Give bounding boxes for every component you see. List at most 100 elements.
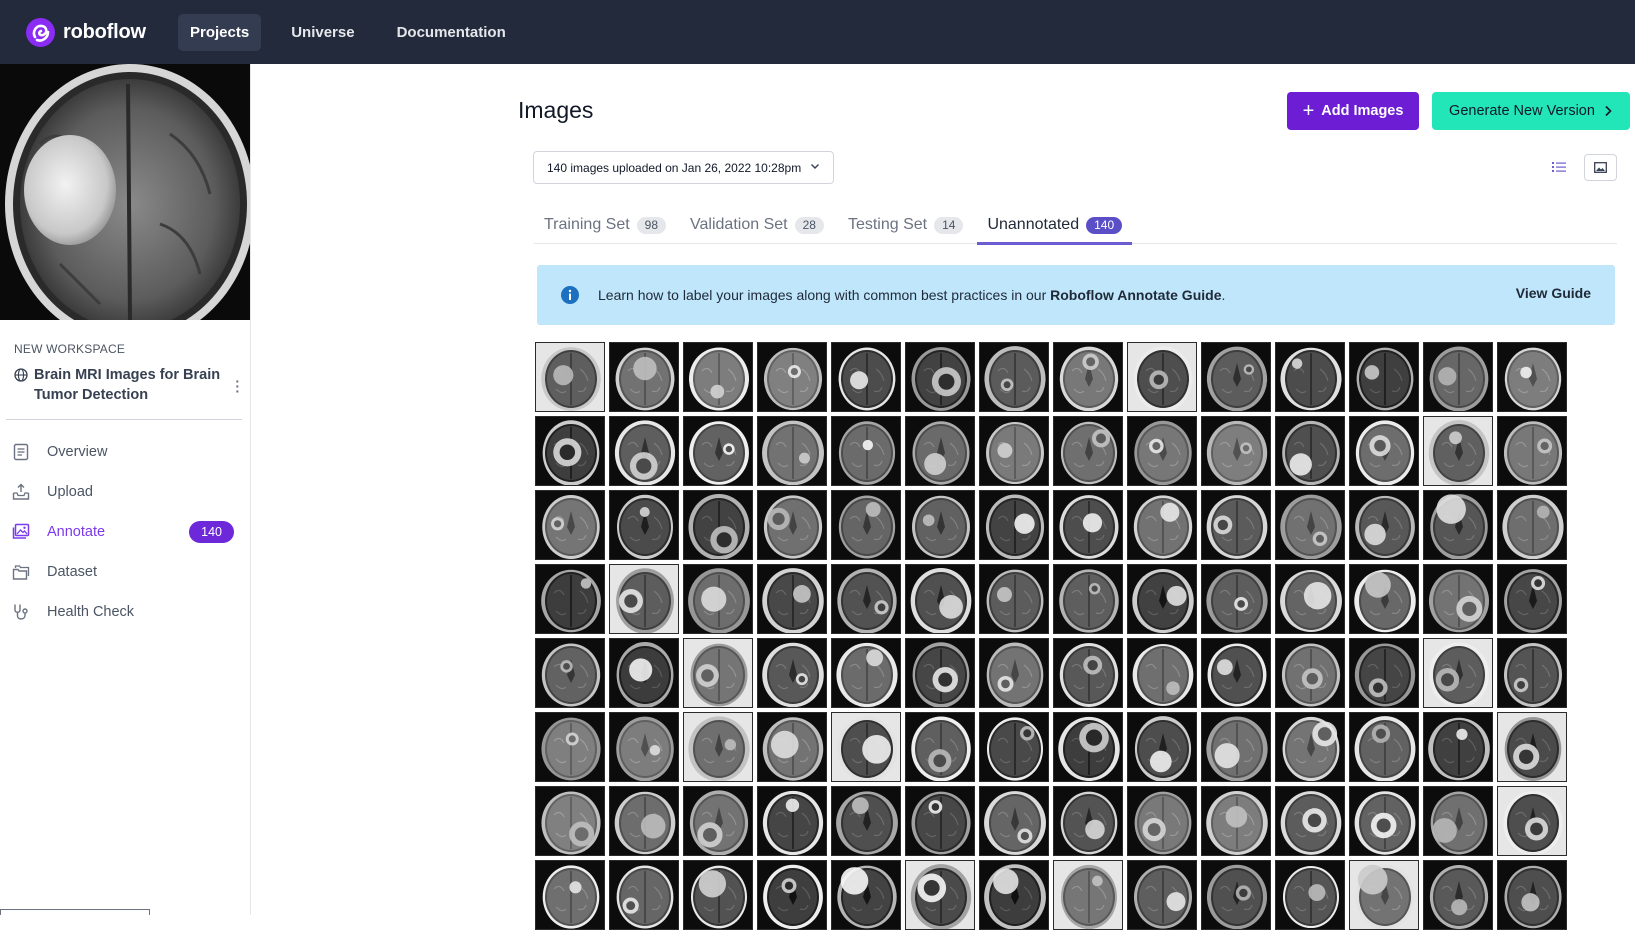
image-thumbnail[interactable] — [757, 786, 827, 856]
image-thumbnail[interactable] — [1423, 490, 1493, 560]
sidebar-item-dataset[interactable]: Dataset — [0, 552, 250, 592]
image-thumbnail[interactable] — [1201, 860, 1271, 930]
image-thumbnail[interactable] — [1201, 416, 1271, 486]
image-thumbnail[interactable] — [1275, 638, 1345, 708]
image-thumbnail[interactable] — [1053, 638, 1123, 708]
image-thumbnail[interactable] — [609, 786, 679, 856]
image-thumbnail[interactable] — [683, 490, 753, 560]
image-thumbnail[interactable] — [905, 416, 975, 486]
image-thumbnail[interactable] — [535, 860, 605, 930]
sidebar-item-health-check[interactable]: Health Check — [0, 592, 250, 632]
image-thumbnail[interactable] — [1127, 638, 1197, 708]
image-thumbnail[interactable] — [905, 860, 975, 930]
image-thumbnail[interactable] — [979, 638, 1049, 708]
tab-validation-set[interactable]: Validation Set 28 — [680, 206, 834, 244]
image-thumbnail[interactable] — [831, 564, 901, 634]
image-thumbnail[interactable] — [831, 342, 901, 412]
image-thumbnail[interactable] — [1053, 416, 1123, 486]
image-thumbnail[interactable] — [1349, 490, 1419, 560]
image-thumbnail[interactable] — [535, 712, 605, 782]
image-thumbnail[interactable] — [1053, 342, 1123, 412]
image-thumbnail[interactable] — [1275, 786, 1345, 856]
image-thumbnail[interactable] — [609, 416, 679, 486]
image-thumbnail[interactable] — [979, 564, 1049, 634]
image-thumbnail[interactable] — [979, 416, 1049, 486]
image-thumbnail[interactable] — [979, 490, 1049, 560]
image-thumbnail[interactable] — [757, 490, 827, 560]
image-thumbnail[interactable] — [1497, 786, 1567, 856]
image-thumbnail[interactable] — [1349, 712, 1419, 782]
image-thumbnail[interactable] — [1423, 342, 1493, 412]
image-thumbnail[interactable] — [1349, 860, 1419, 930]
sidebar-item-annotate[interactable]: Annotate 140 — [0, 512, 250, 552]
image-thumbnail[interactable] — [535, 638, 605, 708]
image-thumbnail[interactable] — [1275, 416, 1345, 486]
image-thumbnail[interactable] — [1127, 564, 1197, 634]
image-thumbnail[interactable] — [1201, 490, 1271, 560]
image-thumbnail[interactable] — [831, 860, 901, 930]
image-thumbnail[interactable] — [831, 638, 901, 708]
image-thumbnail[interactable] — [1053, 564, 1123, 634]
image-thumbnail[interactable] — [757, 564, 827, 634]
brand[interactable]: roboflow — [26, 17, 178, 47]
image-thumbnail[interactable] — [1497, 638, 1567, 708]
image-thumbnail[interactable] — [905, 712, 975, 782]
image-thumbnail[interactable] — [683, 564, 753, 634]
image-thumbnail[interactable] — [1053, 786, 1123, 856]
add-images-button[interactable]: + Add Images — [1287, 92, 1419, 130]
image-thumbnail[interactable] — [831, 416, 901, 486]
image-thumbnail[interactable] — [1349, 786, 1419, 856]
image-thumbnail[interactable] — [683, 638, 753, 708]
image-thumbnail[interactable] — [1053, 712, 1123, 782]
view-guide-link[interactable]: View Guide — [1516, 285, 1591, 301]
image-thumbnail[interactable] — [535, 786, 605, 856]
image-thumbnail[interactable] — [979, 342, 1049, 412]
image-thumbnail[interactable] — [831, 786, 901, 856]
image-thumbnail[interactable] — [757, 638, 827, 708]
sidebar-item-upload[interactable]: Upload — [0, 472, 250, 512]
image-thumbnail[interactable] — [831, 712, 901, 782]
horizontal-scrollbar[interactable] — [0, 909, 150, 915]
image-thumbnail[interactable] — [1127, 342, 1197, 412]
image-thumbnail[interactable] — [1423, 786, 1493, 856]
image-thumbnail[interactable] — [1349, 416, 1419, 486]
image-thumbnail[interactable] — [609, 342, 679, 412]
image-thumbnail[interactable] — [1349, 638, 1419, 708]
image-thumbnail[interactable] — [683, 416, 753, 486]
image-thumbnail[interactable] — [1497, 416, 1567, 486]
image-thumbnail[interactable] — [1349, 342, 1419, 412]
image-thumbnail[interactable] — [1127, 490, 1197, 560]
image-thumbnail[interactable] — [1127, 860, 1197, 930]
image-thumbnail[interactable] — [1349, 564, 1419, 634]
image-thumbnail[interactable] — [979, 860, 1049, 930]
nav-documentation[interactable]: Documentation — [385, 14, 518, 51]
tab-testing-set[interactable]: Testing Set 14 — [838, 206, 974, 244]
project-title[interactable]: Brain MRI Images for Brain Tumor Detecti… — [14, 365, 240, 405]
image-thumbnail[interactable] — [683, 860, 753, 930]
image-thumbnail[interactable] — [905, 638, 975, 708]
image-thumbnail[interactable] — [535, 342, 605, 412]
image-thumbnail[interactable] — [535, 564, 605, 634]
image-thumbnail[interactable] — [609, 564, 679, 634]
image-thumbnail[interactable] — [535, 416, 605, 486]
nav-universe[interactable]: Universe — [279, 14, 366, 51]
image-thumbnail[interactable] — [1127, 416, 1197, 486]
image-thumbnail[interactable] — [757, 860, 827, 930]
image-thumbnail[interactable] — [905, 564, 975, 634]
image-thumbnail[interactable] — [1497, 342, 1567, 412]
image-thumbnail[interactable] — [1275, 860, 1345, 930]
image-thumbnail[interactable] — [757, 416, 827, 486]
image-thumbnail[interactable] — [1497, 490, 1567, 560]
image-thumbnail[interactable] — [905, 342, 975, 412]
image-thumbnail[interactable] — [609, 860, 679, 930]
image-thumbnail[interactable] — [1497, 564, 1567, 634]
image-thumbnail[interactable] — [1053, 490, 1123, 560]
image-thumbnail[interactable] — [1423, 564, 1493, 634]
image-thumbnail[interactable] — [979, 712, 1049, 782]
image-thumbnail[interactable] — [1423, 712, 1493, 782]
image-thumbnail[interactable] — [1127, 786, 1197, 856]
image-thumbnail[interactable] — [1201, 638, 1271, 708]
image-thumbnail[interactable] — [1201, 712, 1271, 782]
image-thumbnail[interactable] — [1201, 564, 1271, 634]
image-thumbnail[interactable] — [905, 786, 975, 856]
